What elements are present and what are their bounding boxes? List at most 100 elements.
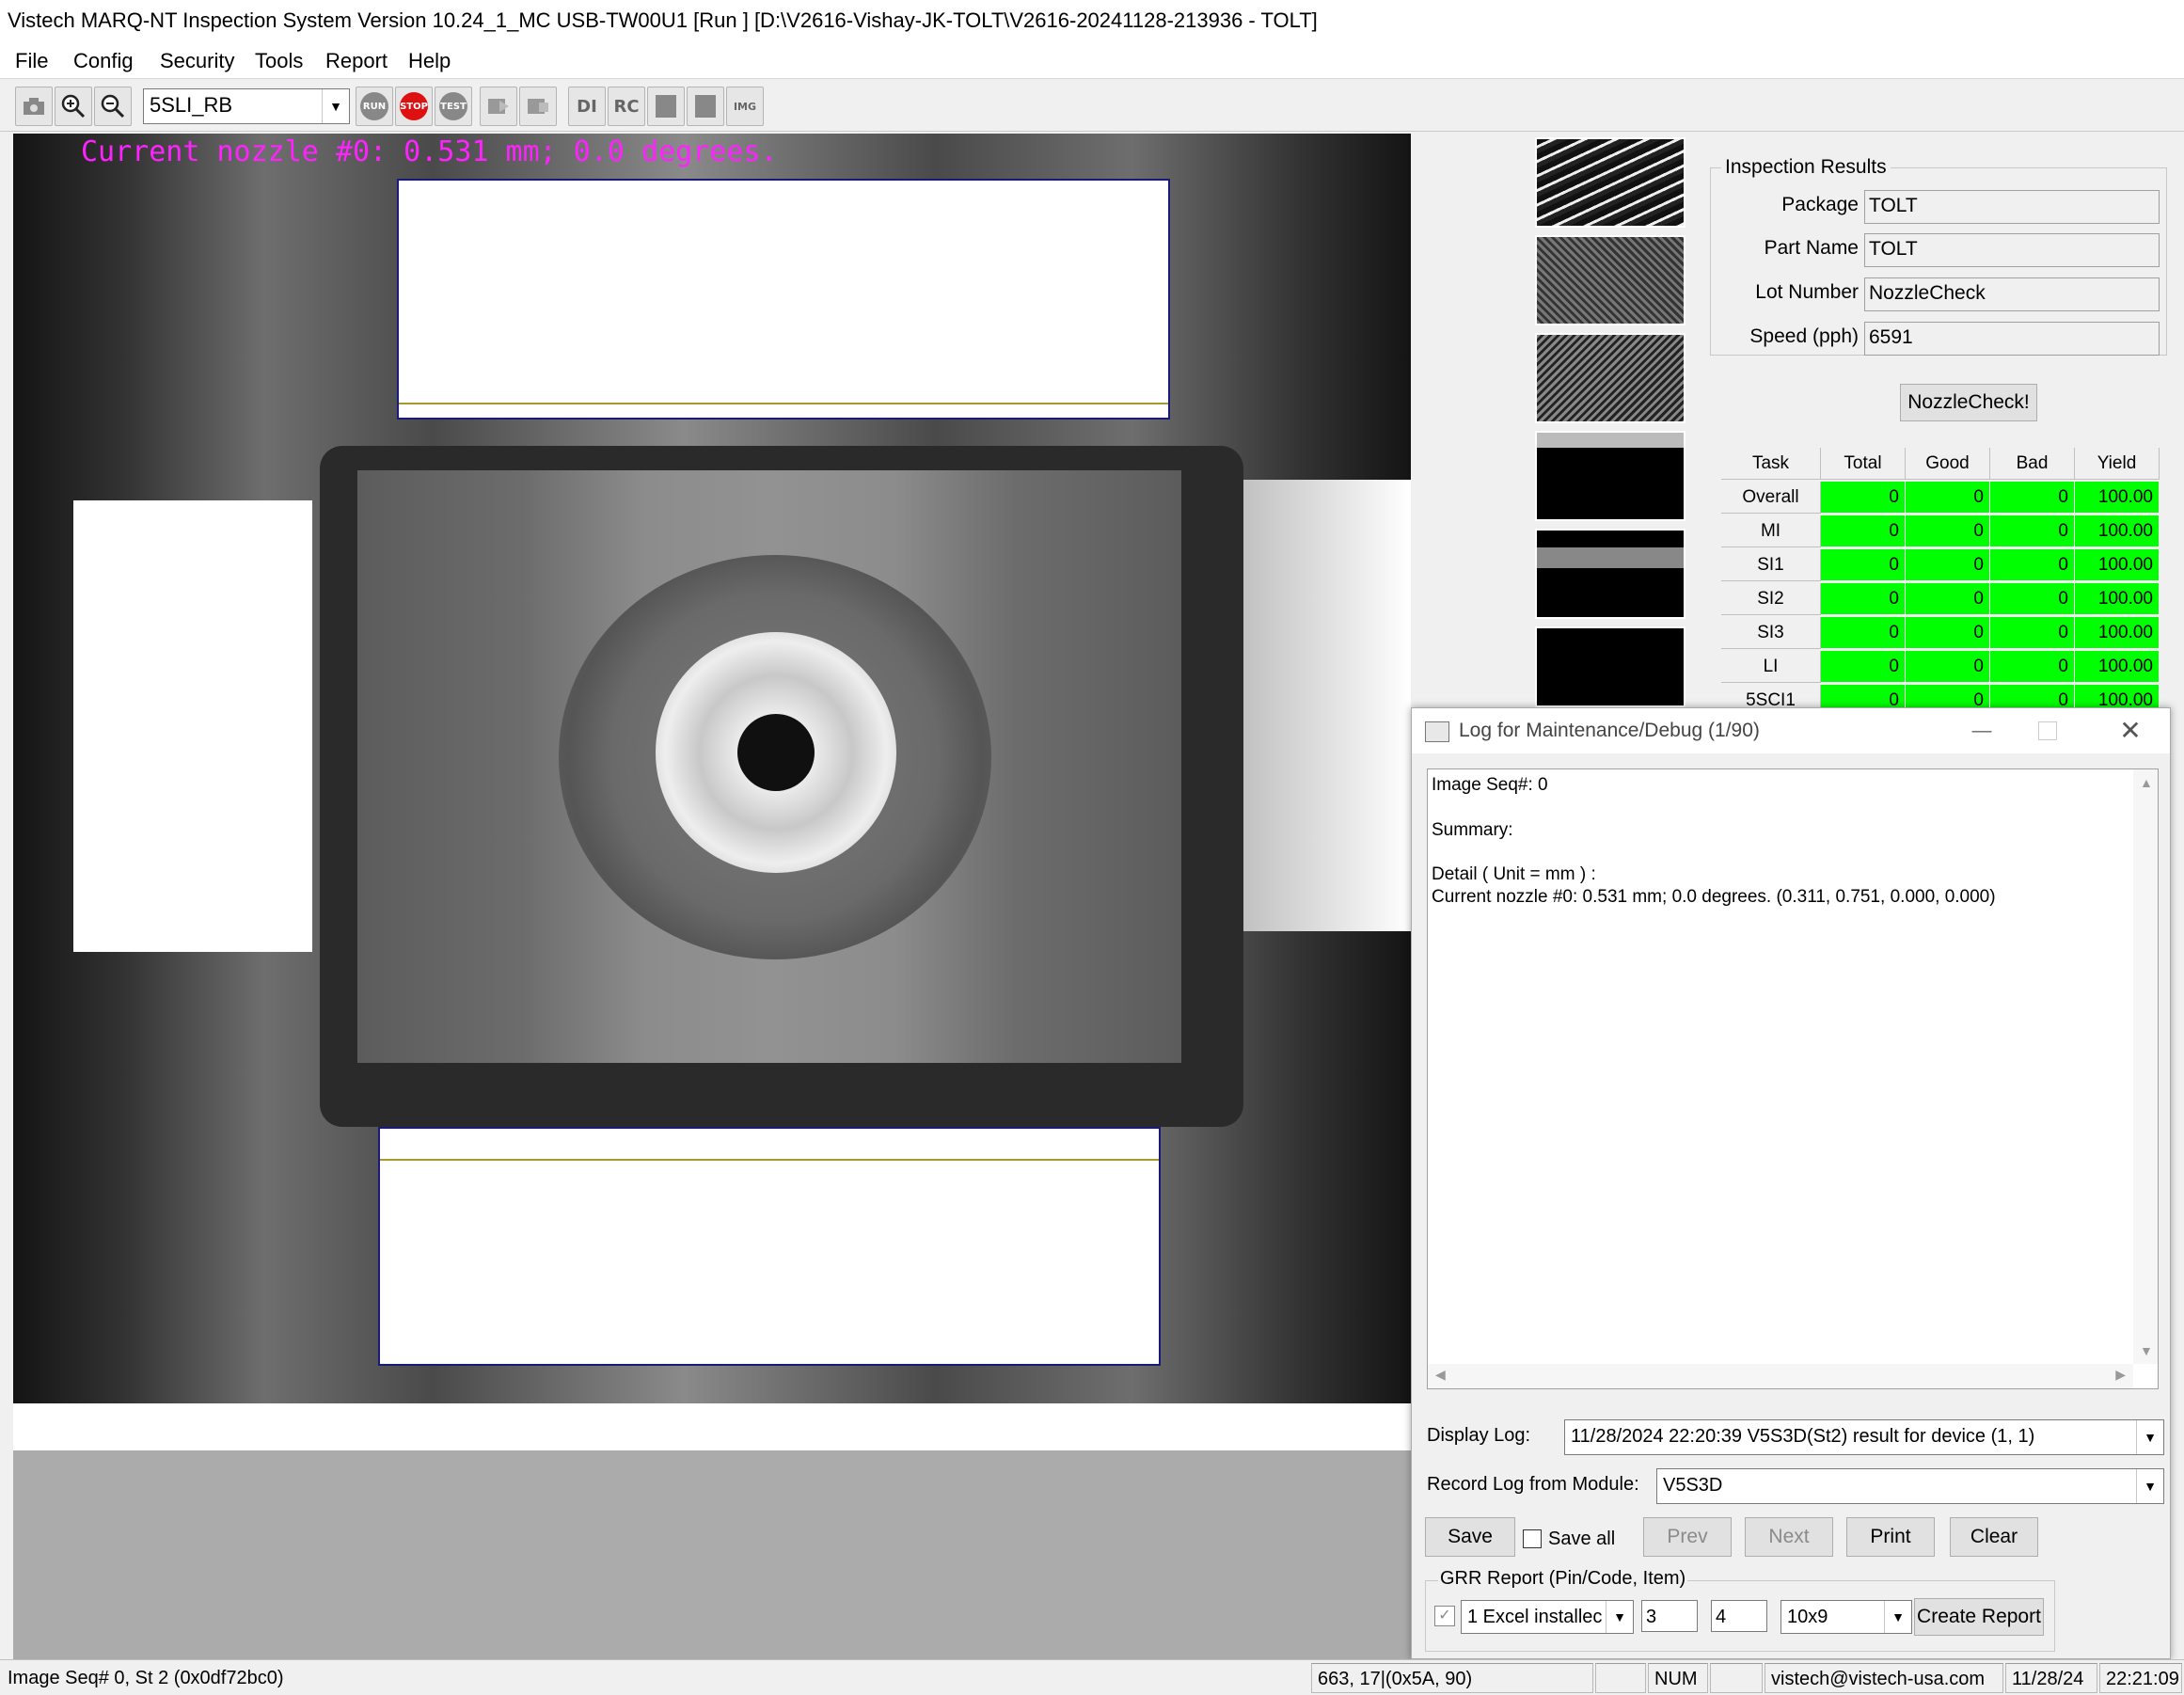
record-module-value: V5S3D bbox=[1663, 1475, 1723, 1496]
inspection-results-title: Inspection Results bbox=[1721, 156, 1891, 179]
scroll-right-icon[interactable]: ▶ bbox=[2115, 1367, 2126, 1383]
status-blank-1 bbox=[1595, 1663, 1646, 1693]
display-log-select[interactable]: 11/28/2024 22:20:39 V5S3D(St2) result fo… bbox=[1564, 1419, 2164, 1455]
chevron-down-icon: ▼ bbox=[2136, 1420, 2163, 1454]
scroll-down-icon[interactable]: ▼ bbox=[2140, 1343, 2153, 1358]
film-forward-icon[interactable] bbox=[480, 87, 517, 126]
minimize-icon[interactable]: — bbox=[1963, 708, 2001, 753]
speed-field: 6591 bbox=[1864, 322, 2160, 356]
thumbnail-4[interactable] bbox=[1535, 431, 1685, 521]
menu-report[interactable]: Report bbox=[325, 49, 388, 73]
overlay-measurement-text: Current nozzle #0: 0.531 mm; 0.0 degrees… bbox=[81, 135, 778, 168]
nozzle-hole bbox=[737, 714, 815, 791]
next-button[interactable]: Next bbox=[1745, 1517, 1833, 1557]
row-good: 0 bbox=[1906, 617, 1990, 649]
lot-number-field: NozzleCheck bbox=[1864, 277, 2160, 311]
status-time: 22:21:09 bbox=[2099, 1663, 2182, 1693]
horizontal-scrollbar[interactable]: ◀ ▶ bbox=[1428, 1364, 2133, 1388]
di-icon[interactable]: DI bbox=[568, 87, 606, 126]
col-header-bad[interactable]: Bad bbox=[1990, 448, 2075, 480]
image-icon[interactable]: IMG bbox=[726, 87, 764, 126]
vertical-scrollbar[interactable]: ▲ ▼ bbox=[2133, 769, 2158, 1364]
row-yield: 100.00 bbox=[2075, 482, 2160, 514]
record-module-select[interactable]: V5S3D ▼ bbox=[1656, 1468, 2164, 1504]
maximize-icon[interactable] bbox=[2038, 721, 2057, 740]
row-bad: 0 bbox=[1990, 583, 2075, 615]
menu-config[interactable]: Config bbox=[73, 49, 134, 73]
di-label: DI bbox=[577, 96, 597, 117]
grr-size-select[interactable]: 10x9 ▼ bbox=[1780, 1600, 1912, 1634]
thumbnail-6[interactable] bbox=[1535, 626, 1685, 707]
grr-excel-select[interactable]: 1 Excel installec ▼ bbox=[1461, 1600, 1634, 1634]
row-task: SI1 bbox=[1721, 549, 1821, 581]
roi-top[interactable] bbox=[397, 179, 1170, 420]
col-header-task[interactable]: Task bbox=[1721, 448, 1821, 480]
status-blank-2 bbox=[1710, 1663, 1763, 1693]
roi-bottom[interactable] bbox=[378, 1127, 1161, 1366]
save-all-checkbox[interactable] bbox=[1523, 1529, 1542, 1548]
scroll-left-icon[interactable]: ◀ bbox=[1435, 1367, 1446, 1383]
results-table: Task Total Good Bad Yield Overall 0 0 0 … bbox=[1721, 448, 2161, 707]
zoom-out-icon[interactable] bbox=[94, 87, 132, 126]
nozzlecheck-button[interactable]: NozzleCheck! bbox=[1900, 384, 2037, 421]
menu-file[interactable]: File bbox=[15, 49, 48, 73]
log-text-area[interactable]: Image Seq#: 0 Summary: Detail ( Unit = m… bbox=[1427, 768, 2159, 1389]
row-yield: 100.00 bbox=[2075, 651, 2160, 683]
film-save-icon[interactable] bbox=[519, 87, 557, 126]
chevron-down-icon: ▼ bbox=[1606, 1601, 1633, 1633]
chevron-down-icon: ▼ bbox=[2136, 1469, 2163, 1503]
gray-square-icon-2[interactable] bbox=[687, 87, 724, 126]
zoom-in-icon[interactable] bbox=[55, 87, 92, 126]
viewer-background bbox=[13, 1450, 1411, 1659]
viewer-bottom-margin bbox=[13, 1403, 1411, 1450]
row-bad: 0 bbox=[1990, 482, 2075, 514]
clear-button[interactable]: Clear bbox=[1950, 1517, 2038, 1557]
thumbnail-5[interactable] bbox=[1535, 529, 1685, 619]
rc-icon[interactable]: RC bbox=[608, 87, 645, 126]
row-good: 0 bbox=[1906, 549, 1990, 581]
menu-bar: File Config Security Tools Report Help bbox=[0, 41, 2184, 79]
status-num-lock: NUM bbox=[1648, 1663, 1708, 1693]
gray-square-icon[interactable] bbox=[647, 87, 685, 126]
prev-button[interactable]: Prev bbox=[1643, 1517, 1732, 1557]
camera-icon[interactable] bbox=[15, 87, 53, 126]
log-title-bar[interactable]: Log for Maintenance/Debug (1/90) — ✕ bbox=[1412, 708, 2170, 753]
status-coordinates: 663, 17|(0x5A, 90) bbox=[1311, 1663, 1593, 1693]
menu-tools[interactable]: Tools bbox=[255, 49, 303, 73]
record-log-label: Record Log from Module: bbox=[1427, 1474, 1639, 1495]
row-total: 0 bbox=[1821, 617, 1906, 649]
chevron-down-icon: ▼ bbox=[1884, 1601, 1911, 1633]
save-button[interactable]: Save bbox=[1425, 1517, 1515, 1557]
menu-security[interactable]: Security bbox=[160, 49, 234, 73]
row-bad: 0 bbox=[1990, 515, 2075, 547]
grr-pin-input[interactable]: 3 bbox=[1641, 1600, 1698, 1632]
thumbnail-1[interactable] bbox=[1535, 137, 1685, 228]
recipe-select[interactable]: 5SLI_RB ▼ bbox=[143, 88, 350, 124]
thumbnail-2[interactable] bbox=[1535, 235, 1685, 325]
scroll-up-icon[interactable]: ▲ bbox=[2140, 775, 2153, 790]
run-icon[interactable]: RUN bbox=[356, 87, 393, 126]
row-task: 5SCI1 bbox=[1721, 685, 1821, 707]
col-header-total[interactable]: Total bbox=[1821, 448, 1906, 480]
row-yield: 100.00 bbox=[2075, 583, 2160, 615]
row-yield: 100.00 bbox=[2075, 617, 2160, 649]
row-total: 0 bbox=[1821, 515, 1906, 547]
print-button[interactable]: Print bbox=[1846, 1517, 1935, 1557]
grr-item-input[interactable]: 4 bbox=[1711, 1600, 1767, 1632]
test-icon[interactable]: TEST bbox=[435, 87, 472, 126]
thumbnail-3[interactable] bbox=[1535, 333, 1685, 423]
image-viewer[interactable]: Current nozzle #0: 0.531 mm; 0.0 degrees… bbox=[13, 134, 1411, 1403]
log-title: Log for Maintenance/Debug (1/90) bbox=[1459, 720, 1760, 741]
grr-enable-checkbox[interactable]: ✓ bbox=[1434, 1606, 1455, 1626]
left-bright-region bbox=[73, 500, 312, 952]
stop-icon[interactable]: STOP bbox=[395, 87, 433, 126]
roi-top-edge-line bbox=[399, 403, 1168, 404]
row-bad: 0 bbox=[1990, 549, 2075, 581]
close-icon[interactable]: ✕ bbox=[2112, 708, 2149, 753]
col-header-yield[interactable]: Yield bbox=[2075, 448, 2160, 480]
speed-label: Speed (pph) bbox=[1749, 325, 1859, 347]
window-title: Vistech MARQ-NT Inspection System Versio… bbox=[0, 0, 2184, 41]
col-header-good[interactable]: Good bbox=[1906, 448, 1990, 480]
menu-help[interactable]: Help bbox=[408, 49, 451, 73]
create-report-button[interactable]: Create Report bbox=[1914, 1598, 2044, 1636]
